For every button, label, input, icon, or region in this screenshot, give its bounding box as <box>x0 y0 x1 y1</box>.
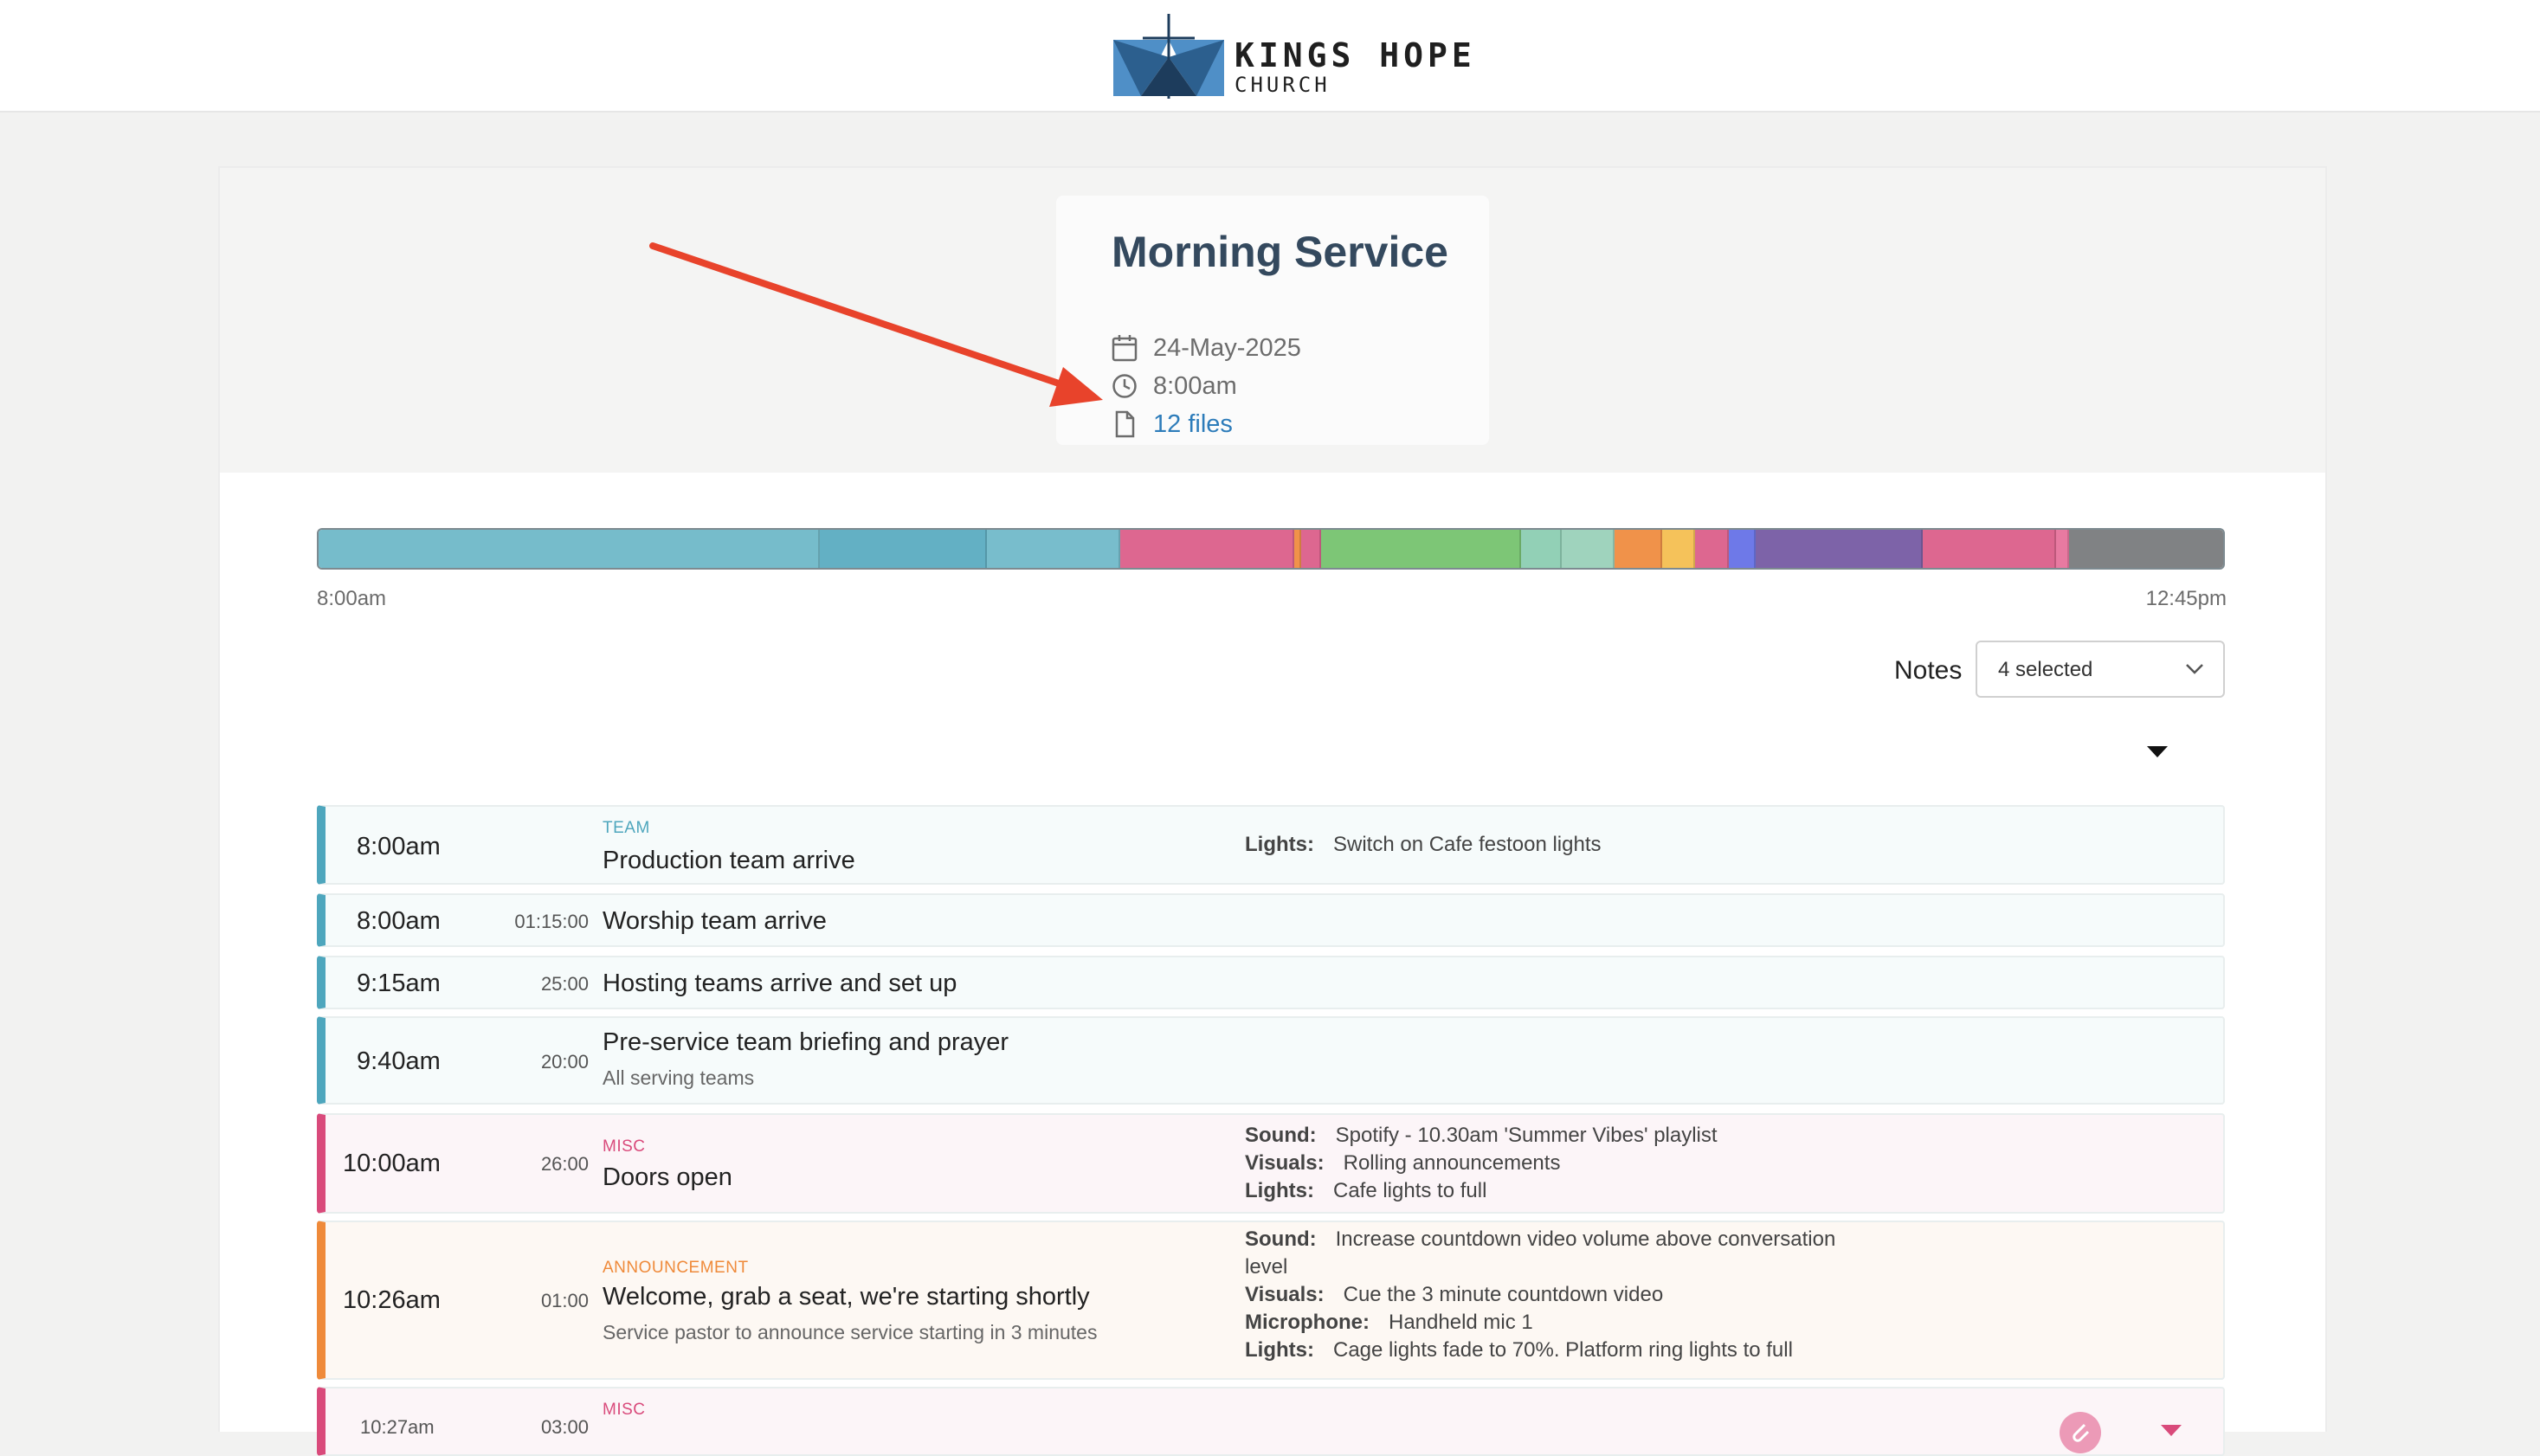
service-date: 24-May-2025 <box>1112 331 1301 365</box>
schedule-item[interactable]: 9:15am 25:00 Hosting teams arrive and se… <box>317 956 2225 1009</box>
note-value: Switch on Cafe festoon lights <box>1332 833 1602 856</box>
note-key: Sound: <box>1245 1124 1317 1147</box>
service-info-card: Morning Service 24-May-2025 8:00am 12 fi… <box>1056 196 1489 445</box>
item-title: Doors open <box>603 1163 732 1191</box>
item-category: MISC <box>603 1137 646 1156</box>
item-duration: 01:00 <box>540 1290 589 1311</box>
item-duration: 01:15:00 <box>514 911 589 932</box>
note-value: Cage lights fade to 70%. Platform ring l… <box>1332 1338 1793 1362</box>
item-title: Pre-service team briefing and prayer <box>603 1028 1009 1056</box>
timeline-segment[interactable] <box>2069 530 2223 568</box>
note-key: Lights: <box>1245 1179 1314 1202</box>
note-key: Microphone: <box>1245 1311 1370 1334</box>
expand-all-caret-icon[interactable] <box>2147 746 2168 758</box>
item-notes: Sound: Spotify - 10.30am 'Summer Vibes' p… <box>1245 1122 1868 1205</box>
note-value: Cafe lights to full <box>1332 1179 1487 1202</box>
item-notes: Sound: Increase countdown video volume ab… <box>1245 1226 1868 1364</box>
schedule-item[interactable]: 10:00am 26:00 MISC Doors open Sound: Spot… <box>317 1113 2225 1214</box>
timeline-segment[interactable] <box>1922 530 2056 568</box>
logo-mark-icon <box>1113 14 1224 99</box>
timeline-segment[interactable] <box>1755 530 1923 568</box>
item-description: Service pastor to announce service start… <box>603 1321 1098 1343</box>
files-link[interactable]: 12 files <box>1112 407 1233 441</box>
note-key: Sound: <box>1245 1227 1317 1251</box>
item-description: All serving teams <box>603 1066 755 1089</box>
timeline-segment[interactable] <box>2055 530 2070 568</box>
item-time: 10:26am <box>343 1286 441 1314</box>
item-title: Hosting teams arrive and set up <box>603 970 957 997</box>
item-title: Welcome, grab a seat, we're starting sho… <box>603 1283 1090 1311</box>
note-value: Handheld mic 1 <box>1389 1311 1533 1334</box>
schedule-item[interactable]: 9:40am 20:00 Pre-service team briefing a… <box>317 1016 2225 1105</box>
item-category: MISC <box>603 1401 646 1419</box>
chevron-down-icon <box>2186 664 2203 674</box>
timeline-segment[interactable] <box>819 530 987 568</box>
files-link-label[interactable]: 12 files <box>1153 410 1233 439</box>
timeline-start-label: 8:00am <box>317 587 387 610</box>
timeline-segment[interactable] <box>1300 530 1321 568</box>
schedule-item[interactable]: 10:27am 03:00 MISC <box>317 1387 2225 1456</box>
timeline-segment[interactable] <box>1120 530 1294 568</box>
file-icon <box>1115 410 1135 438</box>
item-time: 10:00am <box>343 1150 441 1177</box>
note-value: Rolling announcements <box>1343 1151 1561 1175</box>
timeline-segment[interactable] <box>1521 530 1562 568</box>
brand-subtitle: CHURCH <box>1235 73 1331 97</box>
timeline-end-label: 12:45pm <box>2145 587 2227 610</box>
schedule-item[interactable]: 8:00am TEAM Production team arrive Light… <box>317 805 2225 885</box>
notes-filter-label: Notes <box>1894 656 1963 685</box>
timeline-segment[interactable] <box>1320 530 1522 568</box>
item-duration: 20:00 <box>540 1051 589 1073</box>
note-key: Lights: <box>1245 1338 1314 1362</box>
service-title: Morning Service <box>1112 228 1448 276</box>
schedule-item[interactable]: 10:26am 01:00 ANNOUNCEMENT Welcome, grab… <box>317 1221 2225 1380</box>
note-key: Visuals: <box>1245 1283 1325 1306</box>
item-duration: 03:00 <box>540 1416 589 1438</box>
service-time-value: 8:00am <box>1153 371 1237 400</box>
item-time: 9:40am <box>357 1047 441 1075</box>
item-time: 8:00am <box>357 833 441 860</box>
timeline-segment[interactable] <box>986 530 1121 568</box>
timeline-segment[interactable] <box>1695 530 1729 568</box>
timeline-segment[interactable] <box>1661 530 1696 568</box>
church-logo[interactable]: KINGS HOPE CHURCH <box>1112 14 1475 100</box>
timeline-bar <box>317 528 2225 570</box>
service-date-value: 24-May-2025 <box>1153 333 1301 362</box>
clock-icon <box>1112 374 1137 398</box>
item-time: 9:15am <box>357 970 441 997</box>
notes-filter-select[interactable]: 4 selected <box>1976 641 2225 698</box>
timeline-segment[interactable] <box>1561 530 1615 568</box>
note-value: Cue the 3 minute countdown video <box>1343 1283 1664 1306</box>
item-title: Worship team arrive <box>603 907 827 935</box>
service-time: 8:00am <box>1112 369 1237 403</box>
note-value: Increase countdown video volume above co… <box>1245 1227 1836 1279</box>
timeline-segment[interactable] <box>1615 530 1662 568</box>
timeline-segment[interactable] <box>1293 530 1301 568</box>
item-time: 8:00am <box>357 907 441 935</box>
calendar-icon <box>1112 335 1138 362</box>
service-panel: Morning Service 24-May-2025 8:00am 12 fi… <box>218 166 2327 1456</box>
note-value: Spotify - 10.30am 'Summer Vibes' playlis… <box>1335 1124 1718 1147</box>
expand-caret-icon[interactable] <box>2161 1425 2182 1437</box>
brand-name: KINGS HOPE <box>1235 36 1476 74</box>
schedule-item[interactable]: 8:00am 01:15:00 Worship team arrive <box>317 893 2225 947</box>
item-notes: Lights: Switch on Cafe festoon lights <box>1245 831 1868 859</box>
timeline-segment[interactable] <box>319 530 820 568</box>
item-duration: 26:00 <box>540 1153 589 1175</box>
item-time: 10:27am <box>360 1416 435 1438</box>
item-duration: 25:00 <box>540 973 589 995</box>
item-category: TEAM <box>603 819 650 837</box>
attachment-icon[interactable] <box>2059 1411 2102 1454</box>
top-header: KINGS HOPE CHURCH <box>0 0 2540 113</box>
item-category: ANNOUNCEMENT <box>603 1259 749 1277</box>
note-key: Lights: <box>1245 833 1314 856</box>
note-key: Visuals: <box>1245 1151 1325 1175</box>
item-title: Production team arrive <box>603 847 855 874</box>
service-header: Morning Service 24-May-2025 8:00am 12 fi… <box>220 168 2325 473</box>
timeline-segment[interactable] <box>1728 530 1756 568</box>
notes-filter-value: 4 selected <box>1998 658 2093 681</box>
